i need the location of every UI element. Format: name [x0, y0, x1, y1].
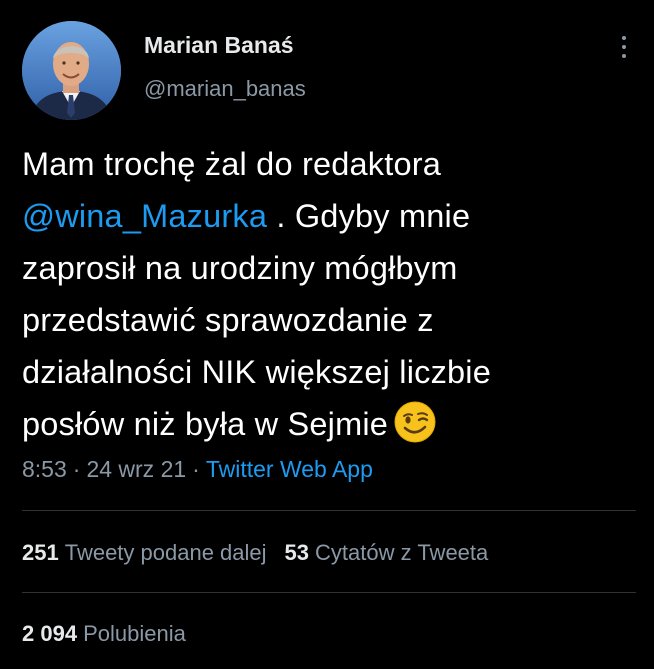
tweet-text-line: posłów niż była w Sejmie — [22, 398, 637, 450]
divider — [22, 592, 636, 593]
more-dot — [622, 54, 626, 58]
likes-label: Polubienia — [83, 621, 186, 646]
tweet-text: Mam trochę żal do redaktora @wina_Mazurk… — [22, 138, 637, 450]
more-dot — [622, 45, 626, 49]
winking-face-emoji-icon — [394, 401, 436, 443]
engagement-stats: 251 Tweety podane dalej 53 Cytatów z Tweeta — [22, 540, 488, 566]
likes-count: 2 094 — [22, 621, 78, 646]
divider — [22, 510, 636, 511]
tweet-card: Marian Banaś @marian_banas Mam trochę ża… — [0, 0, 654, 669]
retweets-count: 251 — [22, 540, 59, 565]
quotes-count: 53 — [284, 540, 310, 565]
tweet-text-line: zaprosił na urodziny mógłbym — [22, 242, 637, 294]
quotes-label: Cytatów z Tweeta — [315, 540, 489, 565]
tweet-text-segment: przedstawić sprawozdanie z — [22, 302, 434, 338]
tweet-source-link[interactable]: Twitter Web App — [206, 456, 373, 482]
tweet-time[interactable]: 8:53 — [22, 456, 67, 482]
tweet-text-line: @wina_Mazurka . Gdyby mnie — [22, 190, 637, 242]
tweet-date[interactable]: 24 wrz 21 — [86, 456, 186, 482]
quotes-stat[interactable]: 53 Cytatów z Tweeta — [285, 540, 489, 565]
tweet-text-segment: posłów niż była w Sejmie — [22, 406, 389, 442]
more-dot — [622, 36, 626, 40]
display-name[interactable]: Marian Banaś — [144, 32, 294, 59]
tweet-text-line: przedstawić sprawozdanie z — [22, 294, 637, 346]
tweet-text-segment: działalności NIK większej liczbie — [22, 354, 491, 390]
more-options-icon[interactable] — [614, 30, 634, 64]
tweet-meta: 8:53 · 24 wrz 21 · Twitter Web App — [22, 456, 373, 483]
tweet-text-line: Mam trochę żal do redaktora — [22, 138, 637, 190]
tweet-text-segment: Mam trochę żal do redaktora — [22, 146, 442, 182]
user-handle[interactable]: @marian_banas — [144, 76, 306, 102]
meta-separator: · — [192, 456, 200, 482]
meta-separator: · — [72, 456, 81, 482]
retweets-label: Tweety podane dalej — [64, 540, 267, 565]
retweets-stat[interactable]: 251 Tweety podane dalej — [22, 540, 267, 565]
tweet-text-segment: . Gdyby mnie — [267, 198, 471, 234]
tweet-text-line: działalności NIK większej liczbie — [22, 346, 637, 398]
likes-stat[interactable]: 2 094 Polubienia — [22, 621, 186, 646]
likes-stats: 2 094 Polubienia — [22, 621, 186, 647]
avatar-photo — [22, 21, 121, 120]
tweet-text-segment: zaprosił na urodziny mógłbym — [22, 250, 458, 286]
avatar[interactable] — [22, 21, 121, 120]
mention-link[interactable]: @wina_Mazurka — [22, 198, 267, 234]
